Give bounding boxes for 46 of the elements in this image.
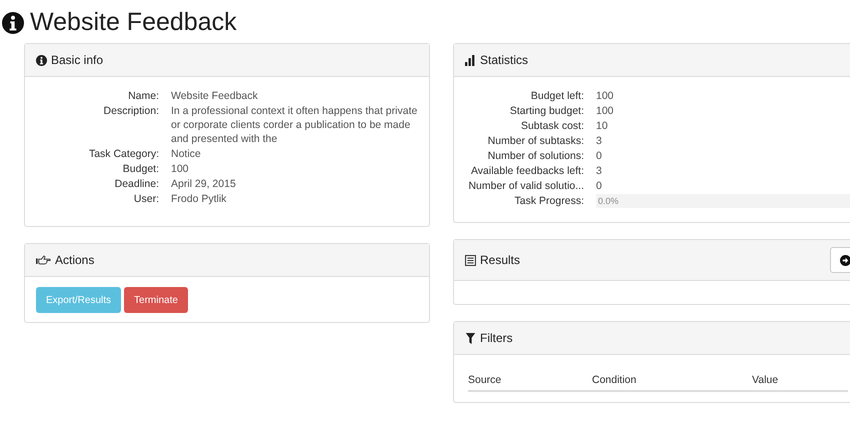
stat-label: Number of solutions: [486, 149, 584, 163]
stat-value: 0 [596, 179, 603, 193]
stat-label: Task Progress: [514, 194, 584, 208]
stat-label: Available feedbacks left: [470, 164, 584, 178]
column-header: Condition [592, 374, 638, 386]
bar-chart-icon [465, 54, 476, 66]
list-icon [465, 254, 476, 266]
column-header: Source [468, 374, 502, 386]
field-value: Website Feedback [171, 89, 259, 103]
stat-label: Number of subtasks: [486, 134, 584, 148]
field-label: Deadline: [114, 177, 159, 191]
field-value: Frodo Pytlik [171, 192, 228, 206]
panel-heading: Results [480, 253, 520, 267]
arrow-circle-icon [840, 254, 850, 266]
field-label: User: [132, 192, 159, 206]
stat-value: 3 [596, 164, 603, 178]
field-label: Description: [102, 104, 159, 119]
terminate-button[interactable]: Terminate [124, 287, 188, 313]
stat-label: Number of valid solutio... [467, 179, 584, 193]
stat-label: Starting budget: [508, 104, 584, 118]
page-title: Website Feedback [30, 8, 237, 37]
field-label: Budget: [122, 162, 159, 176]
field-value: Notice [171, 147, 202, 161]
hand-pointer-icon [36, 254, 51, 266]
field-value: 100 [171, 162, 190, 176]
panel-heading: Actions [55, 253, 94, 267]
stat-value: 10 [596, 119, 609, 133]
field-label: Name: [127, 89, 159, 103]
stat-value: 100 [596, 89, 615, 103]
info-icon [2, 12, 24, 34]
column-header: Value [752, 374, 778, 386]
filter-icon [465, 332, 476, 344]
stat-label: Budget left: [530, 89, 584, 103]
panel-heading: Filters [480, 331, 513, 345]
panel-heading: Statistics [480, 53, 528, 67]
panel-heading: Basic info [51, 53, 104, 67]
progress-reading: 0.0% [597, 196, 619, 206]
stat-value: 100 [596, 104, 615, 118]
field-label: Task Category: [88, 147, 159, 161]
field-value: In a professional context it often happens that private or corporate clients corder a publication to be made and presented with the [171, 104, 418, 146]
export-button[interactable]: Export/Results [36, 287, 122, 313]
stat-label: Subtask cost: [520, 119, 584, 133]
stat-value: 3 [596, 134, 603, 148]
info-icon [36, 54, 47, 66]
field-value: April 29, 2015 [171, 177, 237, 191]
stat-value: 0 [596, 149, 603, 163]
